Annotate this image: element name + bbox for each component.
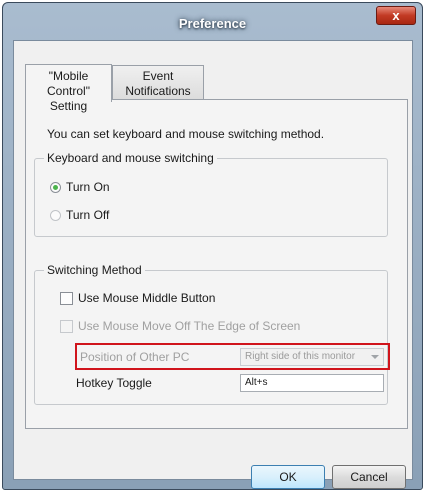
window-title: Preference — [178, 16, 247, 31]
radio-turn-on-label: Turn On — [66, 180, 110, 194]
radio-unselected-icon — [50, 209, 61, 221]
tab-label-line1: "Mobile Control" — [47, 69, 90, 98]
title-bar[interactable]: Preference x — [3, 3, 422, 39]
checkbox-mouse-middle-button[interactable]: Use Mouse Middle Button — [60, 291, 215, 305]
tab-mobile-control-setting[interactable]: "Mobile Control" Setting — [25, 64, 112, 113]
tab-label-line2: Setting — [49, 99, 88, 113]
ok-button[interactable]: OK — [251, 465, 325, 489]
radio-turn-off-label: Turn Off — [66, 208, 110, 222]
cancel-button[interactable]: Cancel — [332, 465, 406, 489]
radio-turn-on[interactable]: Turn On — [50, 180, 110, 194]
hotkey-label: Hotkey Toggle — [76, 376, 152, 390]
switching-group-legend: Keyboard and mouse switching — [47, 151, 214, 165]
position-select-value: Right side of this monitor — [245, 351, 356, 362]
checkbox-edge-of-screen[interactable]: Use Mouse Move Off The Edge of Screen — [60, 319, 300, 333]
tab-label-line2: Notifications — [125, 84, 191, 98]
dialog-client-area: "Mobile Control" Setting Event Notificat… — [13, 40, 413, 489]
position-label: Position of Other PC — [80, 350, 190, 364]
switching-method-legend: Switching Method — [47, 263, 142, 277]
checkbox-box — [60, 291, 73, 305]
radio-turn-off[interactable]: Turn Off — [50, 208, 109, 222]
checkbox-edge-of-screen-label: Use Mouse Move Off The Edge of Screen — [78, 319, 301, 333]
preference-window: Preference x "Mobile Control" Setting Ev… — [2, 2, 423, 490]
checkbox-mouse-middle-button-label: Use Mouse Middle Button — [78, 291, 216, 305]
hotkey-input[interactable]: Alt+s — [240, 374, 384, 392]
tab-event-notifications[interactable]: Event Notifications — [112, 65, 204, 99]
chevron-down-icon — [371, 355, 379, 359]
position-select[interactable]: Right side of this monitor — [240, 348, 384, 366]
close-icon: x — [392, 8, 400, 23]
close-button[interactable]: x — [376, 6, 416, 25]
tab-label-line1: Event — [142, 69, 174, 83]
checkbox-box — [60, 319, 73, 333]
description-text: You can set keyboard and mouse switching… — [47, 127, 325, 141]
radio-selected-icon — [50, 181, 61, 193]
switching-groupbox: Keyboard and mouse switching — [34, 151, 388, 237]
